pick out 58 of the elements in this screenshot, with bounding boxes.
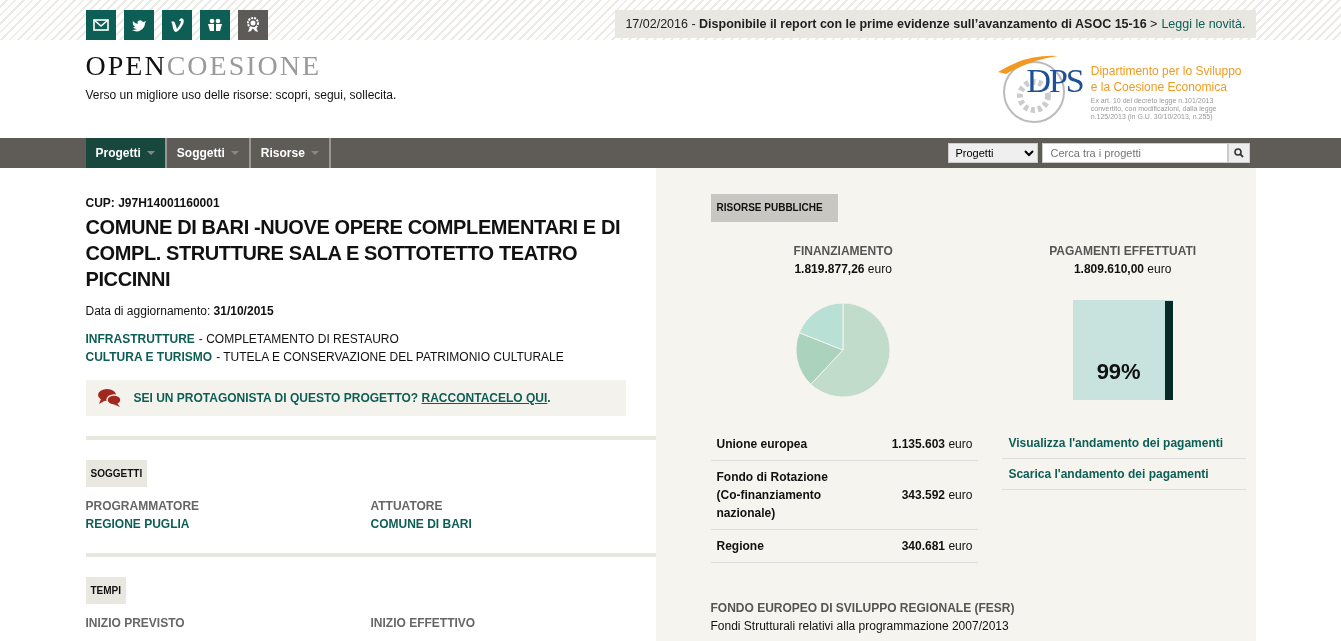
nav-tab[interactable]: Progetti [85,138,167,168]
search-icon [1233,148,1244,158]
field-label: INIZIO EFFETTIVO [370,615,477,632]
source-amount: 343.592 euro [901,487,973,504]
project-title: COMUNE DI BARI -NUOVE OPERE COMPLEMENTARI E DI COMPL. STRUTTURE SALA E SOTTOTETTO TEATRO PICCINNI [85,215,622,292]
section-heading: TEMPI [85,577,127,604]
section-heading: SOGGETTI [85,460,148,487]
news-link[interactable]: Leggi le novità. [1161,14,1246,34]
tagline: Verso un migliore uso delle risorse: scopri, segui, sollecita. [85,87,397,104]
field-label: ATTUATORE [370,498,444,515]
search-field[interactable]: Cerca tra i progetti [1041,143,1228,163]
bird-icon [130,17,147,33]
logo-text: OPEN [85,50,167,81]
theme-link[interactable]: CULTURA E TURISMO [85,348,213,366]
source-amount: 340.681 euro [901,538,973,555]
source-name: Unione europea [716,436,808,453]
fund-subtitle: Fondi Strutturali relativi alla programmazione 2007/2013 [710,618,1010,635]
social-link[interactable] [123,10,154,40]
announcement-text: 17/02/2016 - Disponibile il report con le prime evidenze sull’avanzamento di ASOC 15-16 > [625,15,1158,33]
financing-amount: 1.819.877,26 euro [793,261,893,278]
section-heading: RISORSE PUBBLICHE [710,194,838,222]
social-link[interactable] [85,10,116,40]
speech-bubbles-icon [97,388,122,408]
payments-link[interactable]: Visualizza l'andamento dei pagamenti [1008,436,1224,450]
source-amount: 1.135.603 euro [891,436,973,453]
field-value-link[interactable]: REGIONE PUGLIA [85,515,371,533]
caret-icon [310,151,319,155]
source-name: Regione [716,538,764,555]
source-name: Fondo di Rotazione (Co-finanziamento nazionale) [716,469,829,522]
percent-label: 99% [1096,358,1141,386]
department-name: e la Coesione Economica [1090,79,1228,96]
award-icon [244,17,261,33]
chart-title: FINANZIAMENTO [792,243,894,260]
payments-amount: 1.809.610,00 euro [1072,261,1173,278]
field-label: INIZIO PREVISTO [85,615,186,632]
callout-text: SEI UN PROTAGONISTA DI QUESTO PROGETTO? RACCONTACELO QUI. [133,390,551,407]
caret-icon [146,151,155,155]
fund-title: FONDO EUROPEO DI SVILUPPO REGIONALE (FESR) [710,600,1016,617]
social-link[interactable] [199,10,230,40]
theme-detail: - COMPLETAMENTO DI RESTAURO [198,331,399,348]
project-code: CUP: J97H14001160001 [85,195,221,212]
logo-text: COESIONE [166,50,322,81]
department-name: Dipartimento per lo Sviluppo [1090,64,1242,80]
theme-detail: - TUTELA E CONSERVAZIONE DEL PATRIMONIO CULTURALE [216,349,564,366]
mail-icon [92,17,109,33]
theme-link[interactable]: INFRASTRUTTURE [85,330,195,348]
caret-icon [230,151,239,155]
social-link[interactable] [237,10,268,40]
department-acronym: DPS [1026,64,1083,98]
search-button[interactable] [1227,143,1250,163]
people-icon [206,17,223,33]
field-label: PROGRAMMATORE [85,498,201,515]
field-value-link[interactable]: COMUNE DI BARI [370,515,656,533]
chart-title: PAGAMENTI EFFETTUATI [1048,243,1198,260]
update-date: Data di aggiornamento: 31/10/2015 [85,303,275,320]
payments-link[interactable]: Scarica l'andamento dei pagamenti [1008,467,1209,481]
social-link[interactable] [161,10,192,40]
scope-select[interactable]: Progetti [947,143,1038,163]
